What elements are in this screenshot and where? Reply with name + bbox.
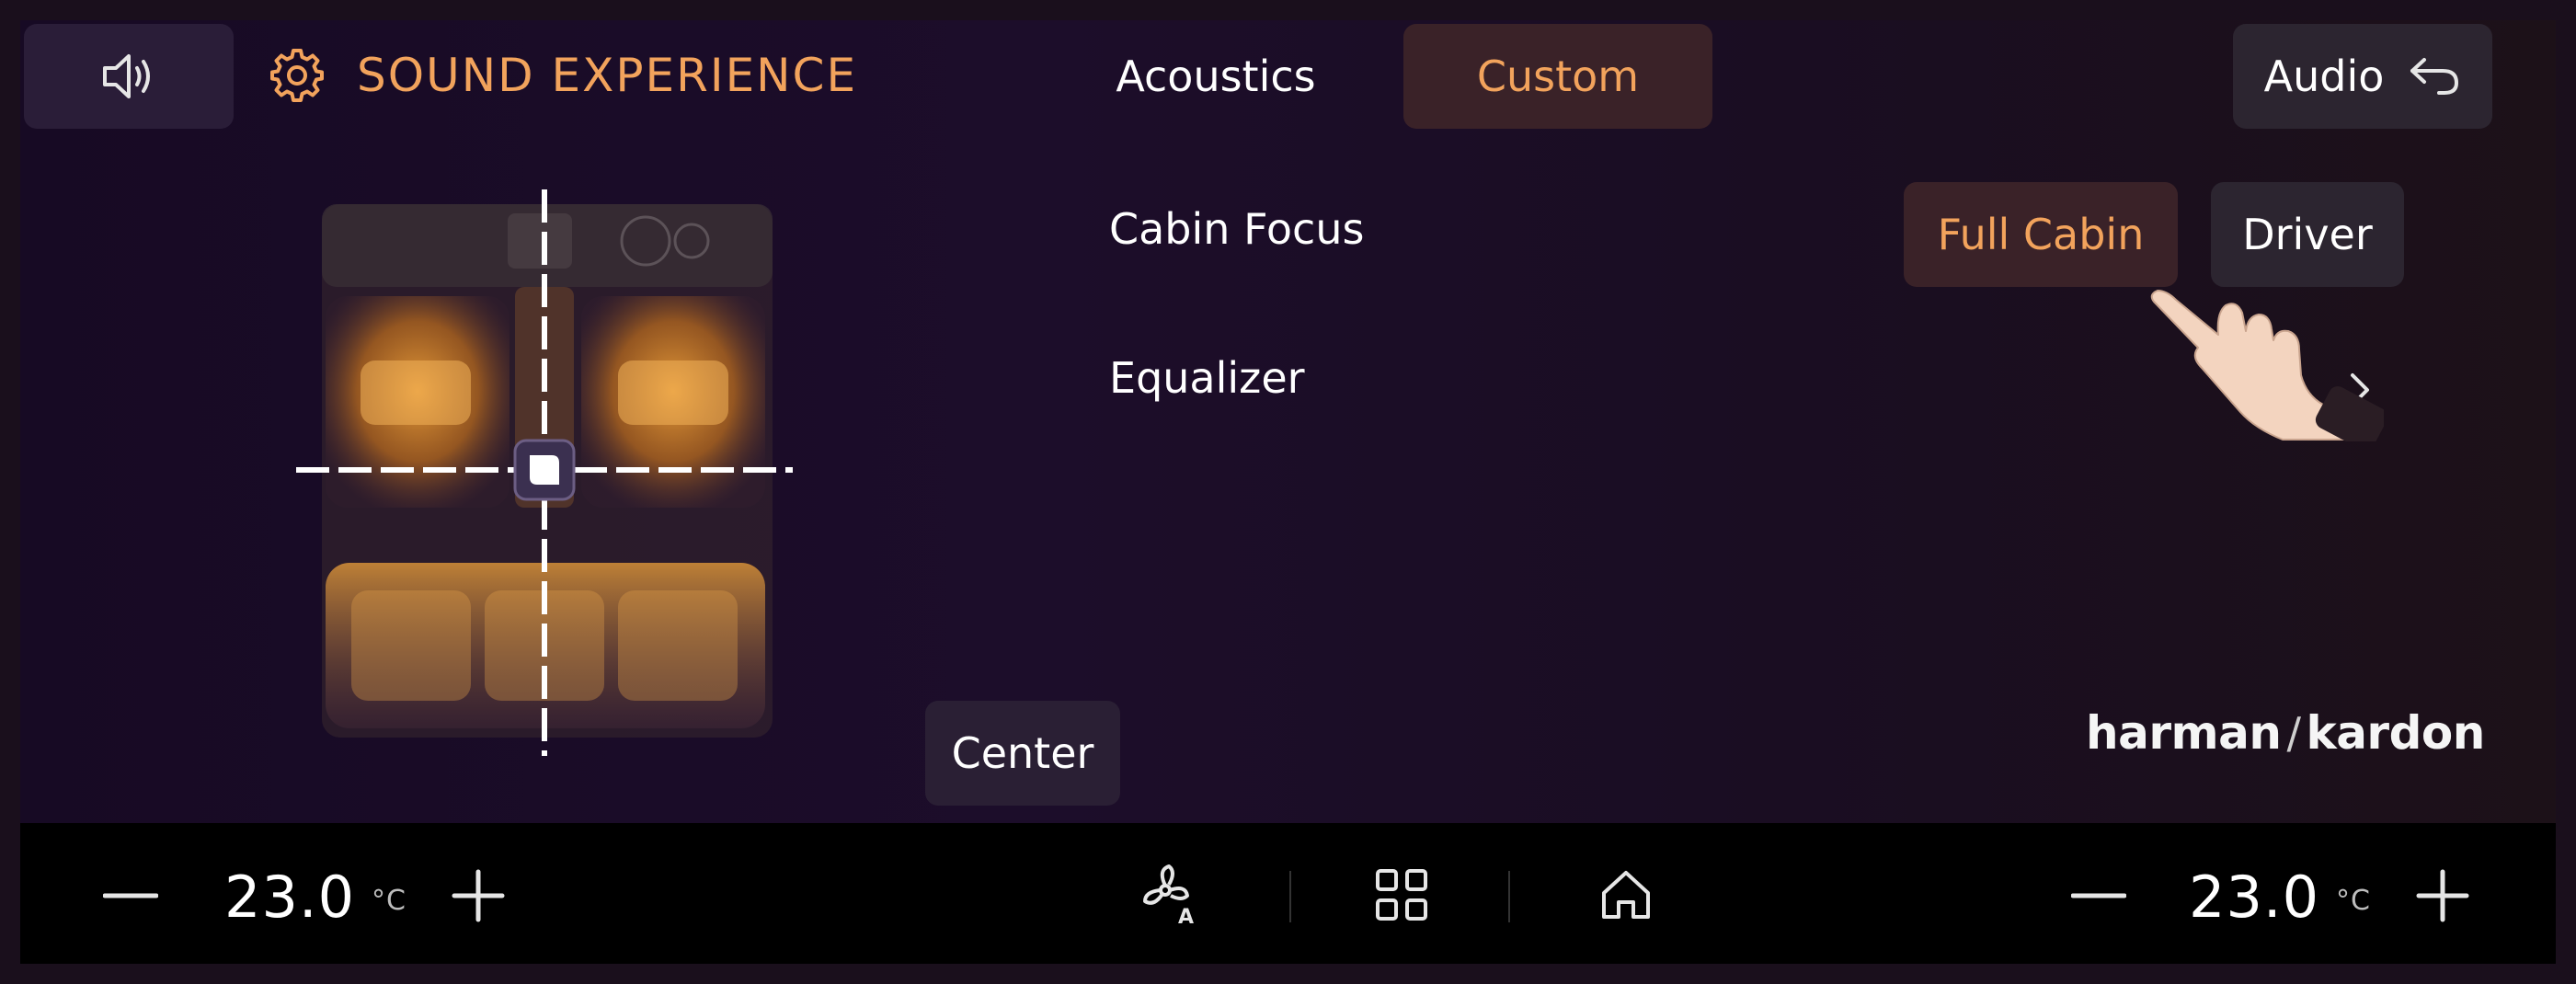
apps-button[interactable] — [1365, 860, 1438, 930]
brand-right: kardon — [2306, 706, 2485, 760]
page-title: SOUND EXPERIENCE — [357, 49, 858, 102]
center-position-button[interactable]: Center — [925, 701, 1120, 806]
bottom-bar: 23.0 °C A 23.0 °C — [20, 823, 2556, 964]
home-button[interactable] — [1589, 860, 1663, 930]
gear-icon — [270, 49, 324, 102]
cabin-focus-label: Cabin Focus — [1109, 204, 1365, 254]
sound-button[interactable] — [24, 24, 234, 129]
minus-icon — [2071, 893, 2126, 898]
tap-hand-icon — [2150, 290, 2384, 441]
grid-icon — [1376, 869, 1427, 921]
main-area: SOUND EXPERIENCE Acoustics Custom Audio — [20, 20, 2556, 823]
tab-custom[interactable]: Custom — [1403, 24, 1712, 129]
divider — [1289, 871, 1291, 922]
brand-separator: / — [2286, 708, 2301, 758]
right-temp-decrease-button[interactable] — [2062, 864, 2135, 928]
right-temperature: 23.0 °C — [2189, 864, 2371, 931]
left-temp-increase-button[interactable] — [441, 864, 515, 928]
cabin-sound-position-map[interactable] — [296, 186, 793, 756]
speaker-icon — [103, 54, 150, 98]
left-temperature-unit: °C — [372, 885, 406, 918]
brand-left: harman — [2086, 706, 2282, 760]
tab-acoustics[interactable]: Acoustics — [1050, 24, 1381, 129]
right-temperature-unit: °C — [2336, 885, 2371, 918]
screen: SOUND EXPERIENCE Acoustics Custom Audio — [20, 20, 2556, 964]
fan-auto-button[interactable]: A — [1133, 860, 1207, 930]
right-temperature-value: 23.0 — [2189, 864, 2320, 931]
cabin-focus-full-cabin-button[interactable]: Full Cabin — [1904, 182, 2178, 287]
plus-icon — [452, 869, 505, 922]
back-arrow-icon — [2410, 58, 2459, 95]
divider — [1508, 871, 1510, 922]
equalizer-label[interactable]: Equalizer — [1109, 353, 1305, 403]
right-temp-increase-button[interactable] — [2406, 864, 2479, 928]
fan-auto-icon: A — [1143, 864, 1194, 927]
page-header: SOUND EXPERIENCE — [269, 48, 857, 103]
audio-button-label: Audio — [2263, 51, 2385, 101]
audio-back-button[interactable]: Audio — [2233, 24, 2492, 129]
harman-kardon-logo: harman / kardon — [2086, 706, 2485, 760]
svg-text:A: A — [1178, 906, 1194, 927]
left-temperature-value: 23.0 — [224, 864, 356, 931]
minus-icon — [103, 893, 158, 898]
plus-icon — [2416, 869, 2469, 922]
left-temp-decrease-button[interactable] — [94, 864, 167, 928]
left-temperature: 23.0 °C — [224, 864, 406, 931]
home-icon — [1602, 871, 1650, 919]
